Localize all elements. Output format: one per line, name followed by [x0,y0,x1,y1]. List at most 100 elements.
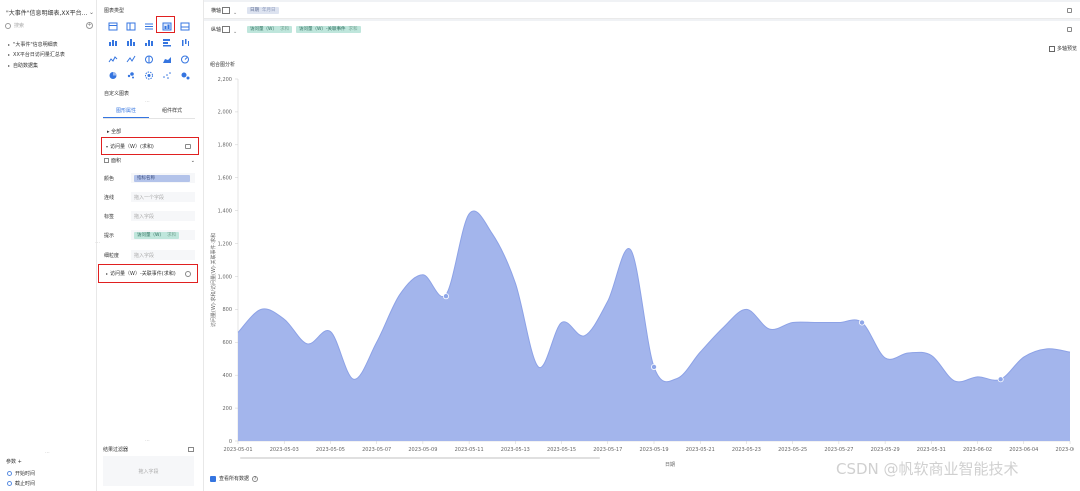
prop-label[interactable]: 标签 拖入字段 [104,210,195,222]
x-tick-label: 2023-05-15 [547,447,576,453]
caret-right-icon: ▸ [106,271,109,276]
series-row-related-events[interactable]: ▸ 访问量（W）-关联事件(求和) [106,270,196,277]
chevron-down-icon[interactable]: ⌄ [191,158,195,164]
bar-horizontal-icon[interactable] [158,35,176,52]
property-panel: 图表类型 自定义图表 ⋯ 图形属性 组件样式 ▸ 全部 ▾ 访问量（W）(求和)… [97,0,204,491]
y-field-pill[interactable]: 访问量（W）-关联事件 求和 [295,25,361,33]
checkbox-checked[interactable] [210,475,216,482]
add-dataset-icon[interactable]: + [86,22,93,29]
prop-color[interactable]: 颜色 指标名称 [104,172,195,184]
lock-icon[interactable] [1067,7,1072,13]
table-icon[interactable] [104,18,122,35]
param-item[interactable]: 开始时间 [7,470,35,477]
resize-handle[interactable]: ⋯ [45,450,51,456]
chevron-down-icon[interactable]: ⌄ [89,9,94,16]
line-drop-zone[interactable]: 拖入一个字段 [131,192,195,202]
x-field-pill[interactable]: 日期 年月日 [247,6,279,14]
y-axis-title: 访问量(W)·求和/访问量(W)·关联事件·求和 [210,233,217,327]
tree-item[interactable]: ▸ 自助数据集 [8,60,65,71]
pie-icon[interactable] [104,68,122,85]
x-tick-label: 2023-05-21 [686,447,715,453]
x-tick-label: 2023-05-01 [223,447,252,453]
param-item[interactable]: 截止时间 [7,480,35,487]
row-shelf-label: 横轴 [211,7,222,14]
axis-settings-icon[interactable] [222,6,230,14]
area-mark-type[interactable]: 面积 ⌄ [104,157,195,164]
checkbox[interactable] [1048,45,1055,52]
x-tick-label: 2023-05-07 [362,447,391,453]
column-icon[interactable] [122,35,140,52]
detail-table-icon[interactable] [176,18,194,35]
dataset-panel: "大事件"信息明细表,XX平台... ⌄ 搜索 + ▸ "大事件"信息明细表 ▸ X… [0,0,97,491]
x-tick-label: 2023-05-29 [871,447,900,453]
area-chart[interactable]: 0 200 400 600 800 1,000 1,200 1,400 1,600 1,800 2,… [204,74,1074,474]
gauge-icon[interactable] [176,51,194,68]
clock-icon [7,471,12,476]
caret-right-icon: ▸ [8,52,11,58]
column-stacked-icon[interactable] [140,35,158,52]
prop-tooltip[interactable]: 提示 访问量（W） 求和 [104,229,195,241]
granularity-drop-zone[interactable]: 拖入字段 [131,250,195,260]
help-icon[interactable]: ? [252,475,259,482]
y-tick-label: 600 [222,340,232,346]
x-scrollbar [240,457,600,459]
range-bar-icon[interactable] [176,35,194,52]
prop-granularity[interactable]: 细粒度 拖入字段 [104,249,195,261]
x-tick-label: 2023-06-06 [1055,447,1074,453]
add-param-icon[interactable]: + [18,459,22,465]
related-event-point [997,376,1004,383]
y-tick-label: 1,200 [218,241,232,247]
resize-handle[interactable]: ⋯ [145,438,151,444]
multi-line-icon[interactable] [122,51,140,68]
funnel-icon[interactable] [176,68,194,85]
related-event-point [650,363,657,370]
custom-chart-label: 自定义图表 [104,91,130,97]
y-field-pill[interactable]: 访问量（W） 求和 [247,25,292,33]
row-shelf: 横轴 ⌄ 日期 年月日 [204,2,1080,19]
bubble-icon[interactable] [158,68,176,85]
filter-drop-zone[interactable]: 拖入字段 [103,456,194,486]
series-row-visits[interactable]: ▾ 访问量（W）(求和) [106,143,196,150]
prop-line[interactable]: 连线 拖入一个字段 [104,191,195,203]
caret-down-icon: ▾ [106,144,109,149]
clock-icon [7,481,12,486]
y-tick-label: 1,600 [218,176,232,182]
circle-icon[interactable] [185,270,191,277]
panel-splitter[interactable]: ⋮ [94,240,100,245]
view-all-data[interactable]: 查看所有数据 ? [210,475,259,482]
rose-icon[interactable] [140,68,158,85]
export-icon[interactable] [185,144,191,149]
dataset-selector[interactable]: "大事件"信息明细表,XX平台... ⌄ [6,8,94,17]
scatter-icon[interactable] [122,68,140,85]
chevron-down-icon[interactable]: ⌄ [233,10,237,16]
related-event-point [859,319,866,326]
lock-icon[interactable] [1067,26,1072,32]
tooltip-field-pill[interactable]: 访问量（W） 求和 [134,231,179,239]
x-tick-label: 2023-05-31 [917,447,946,453]
tab-component-style[interactable]: 组件样式 [149,107,195,118]
color-field-pill[interactable]: 指标名称 [134,174,190,182]
tree-item[interactable]: ▸ XX平台日访问量汇总表 [8,50,65,61]
resize-handle[interactable]: ⋯ [145,99,151,105]
caret-right-icon: ▸ [8,41,11,47]
bar-grouped-icon[interactable] [104,35,122,52]
filter-settings-icon[interactable] [188,447,194,452]
x-tick-label: 2023-05-17 [593,447,622,453]
caret-right-icon: ▸ [8,62,11,68]
axis-settings-icon[interactable] [222,25,230,33]
tree-item[interactable]: ▸ "大事件"信息明细表 [8,39,65,50]
dataset-search[interactable]: 搜索 + [5,20,93,31]
search-input[interactable]: 搜索 [14,22,86,29]
chevron-down-icon[interactable]: ⌄ [233,29,237,35]
cross-table-icon[interactable] [122,18,140,35]
chart-type-grid [104,18,194,84]
all-series-toggle[interactable]: ▸ 全部 [107,128,121,135]
multi-axis-preview-toggle[interactable]: 多轴预览 [1048,45,1077,52]
line-icon[interactable] [104,51,122,68]
chart-title: 组合图分析 [210,62,236,68]
y-tick-label: 1,000 [218,274,232,280]
label-drop-zone[interactable]: 拖入字段 [131,211,195,221]
area-icon[interactable] [158,51,176,68]
tab-graphic-properties[interactable]: 图形属性 [103,107,149,118]
radar-icon[interactable] [140,51,158,68]
